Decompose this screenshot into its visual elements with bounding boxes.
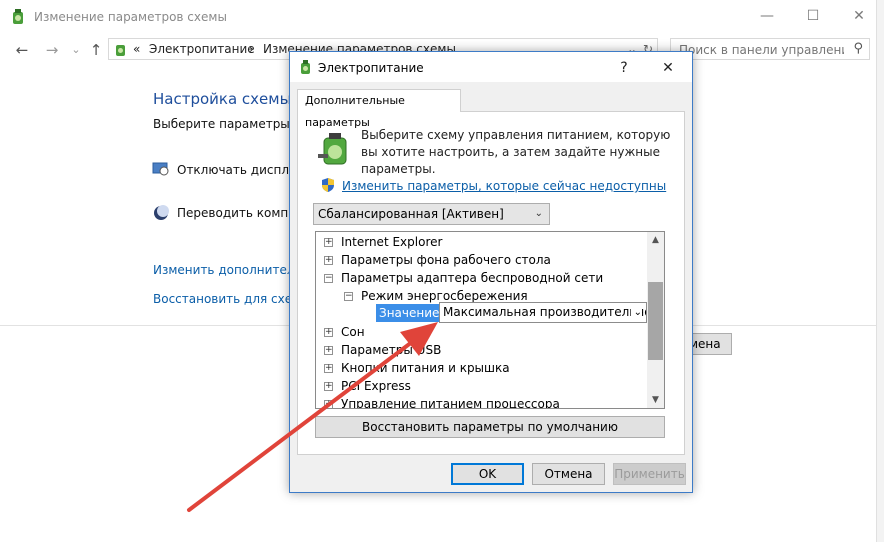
power-plan-value: Сбалансированная [Активен] xyxy=(318,207,504,221)
tree-item-label: Параметры USB xyxy=(341,343,442,357)
value-select-text: Максимальная производительность xyxy=(443,305,646,319)
scroll-thumb[interactable] xyxy=(648,282,663,360)
tree-item-label: Internet Explorer xyxy=(341,235,443,249)
minimize-button[interactable]: — xyxy=(752,6,782,26)
chevron-down-icon: ⌄ xyxy=(630,303,642,322)
restore-defaults-link[interactable]: Восстановить для схемы xyxy=(153,292,311,306)
tree-item-label: Кнопки питания и крышка xyxy=(341,361,510,375)
breadcrumb-separator: « xyxy=(133,42,141,56)
expand-icon[interactable]: + xyxy=(324,328,333,337)
collapse-icon[interactable]: − xyxy=(344,292,353,301)
tab-advanced-settings[interactable]: Дополнительные параметры xyxy=(297,89,461,129)
chevron-down-icon: ⌄ xyxy=(534,208,543,219)
scroll-down-icon[interactable]: ▼ xyxy=(647,392,664,408)
page-heading: Настройка схемы у xyxy=(153,90,306,108)
dialog-title: Электропитание xyxy=(318,61,424,75)
up-button[interactable]: ↑ xyxy=(86,40,106,60)
settings-tree[interactable]: + Internet Explorer + Параметры фона раб… xyxy=(315,231,665,409)
expand-icon[interactable]: + xyxy=(324,364,333,373)
search-input[interactable] xyxy=(677,40,846,60)
tree-item-label: PCI Express xyxy=(341,379,411,393)
breadcrumb-power-options[interactable]: Электропитание xyxy=(149,42,255,56)
close-button[interactable]: ✕ xyxy=(844,6,874,26)
collapse-icon[interactable]: − xyxy=(324,274,333,283)
power-plan-select[interactable]: Сбалансированная [Активен] ⌄ xyxy=(313,203,550,225)
window-title: Изменение параметров схемы xyxy=(34,10,227,24)
ok-button[interactable]: OK xyxy=(451,463,524,485)
power-options-icon xyxy=(13,9,23,24)
tree-item-label: Сон xyxy=(341,325,365,339)
uac-shield-icon xyxy=(322,178,334,192)
recent-locations-button[interactable]: ⌄ xyxy=(66,40,86,60)
expand-icon[interactable]: + xyxy=(324,400,333,408)
dialog-titlebar: Электропитание ? ✕ xyxy=(290,52,692,82)
forward-button[interactable]: → xyxy=(42,40,62,60)
maximize-button[interactable]: ☐ xyxy=(798,6,828,26)
power-options-icon xyxy=(301,60,310,74)
expand-icon[interactable]: + xyxy=(324,382,333,391)
value-select[interactable]: Максимальная производительность ⌄ xyxy=(439,302,647,323)
value-label: Значение: xyxy=(376,304,447,322)
breadcrumb-arrow: › xyxy=(249,42,254,56)
power-options-dialog: Электропитание ? ✕ Дополнительные параме… xyxy=(289,51,693,493)
dialog-description: Выберите схему управления питанием, кото… xyxy=(361,128,671,176)
page-subtitle: Выберите параметры пе xyxy=(153,117,309,131)
sleep-label: Переводить компью xyxy=(177,206,306,220)
restore-defaults-button[interactable]: Восстановить параметры по умолчанию xyxy=(315,416,665,438)
monitor-clock-icon xyxy=(152,162,169,176)
change-unavailable-settings-link[interactable]: Изменить параметры, которые сейчас недос… xyxy=(342,179,666,193)
expand-icon[interactable]: + xyxy=(324,346,333,355)
search-icon[interactable]: ⚲ xyxy=(853,41,863,56)
tree-item-label: Управление питанием процессора xyxy=(341,397,560,409)
search-box[interactable]: ⚲ xyxy=(670,38,870,60)
expand-icon[interactable]: + xyxy=(324,238,333,247)
battery-plan-icon xyxy=(318,133,347,165)
window-edge xyxy=(876,0,884,542)
advanced-settings-link[interactable]: Изменить дополнительн xyxy=(153,263,309,277)
power-options-icon xyxy=(116,45,125,56)
help-button[interactable]: ? xyxy=(612,58,636,78)
expand-icon[interactable]: + xyxy=(324,256,333,265)
dialog-close-button[interactable]: ✕ xyxy=(656,58,680,78)
tree-item-label: Параметры адаптера беспроводной сети xyxy=(341,271,604,285)
tree-item-label: Параметры фона рабочего стола xyxy=(341,253,551,267)
scroll-up-icon[interactable]: ▲ xyxy=(647,232,664,248)
sleep-moon-icon xyxy=(154,205,169,220)
tree-scrollbar[interactable]: ▲ ▼ xyxy=(647,232,664,408)
cancel-button[interactable]: Отмена xyxy=(532,463,605,485)
apply-button[interactable]: Применить xyxy=(613,463,686,485)
back-button[interactable]: ← xyxy=(12,40,32,60)
